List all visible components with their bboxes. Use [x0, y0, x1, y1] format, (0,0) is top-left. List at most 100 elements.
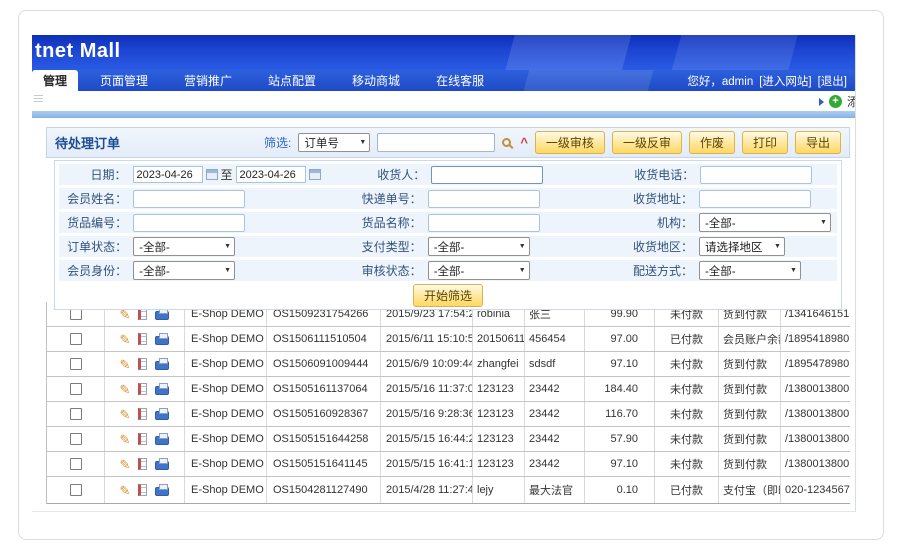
chevron-down-icon: ▼ [519, 267, 526, 274]
row-checkbox[interactable] [70, 383, 82, 395]
tab-site-config[interactable]: 站点配置 [254, 70, 330, 91]
edit-icon[interactable]: ✎ [120, 333, 131, 346]
filter-label: 筛选: [264, 134, 291, 151]
username-cell: 123123 [473, 402, 525, 426]
row-checkbox[interactable] [70, 484, 82, 496]
pay-status-cell: 未付款 [655, 402, 719, 426]
greeting-text: 您好，admin [687, 73, 753, 89]
start-filter-button[interactable]: 开始筛选 [413, 284, 483, 307]
clipped-breadcrumb-fragment [34, 95, 43, 104]
member-name-input[interactable] [133, 190, 245, 208]
audit-status-label: 审核状态： [316, 262, 422, 279]
store-cell: E-Shop DEMO [185, 377, 267, 401]
store-cell: E-Shop DEMO [185, 452, 267, 476]
address-input[interactable] [699, 190, 811, 208]
audit-status-select[interactable]: -全部- ▼ [428, 261, 530, 280]
row-checkbox[interactable] [70, 408, 82, 420]
edit-icon[interactable]: ✎ [120, 458, 131, 471]
export-button[interactable]: 导出 [795, 131, 841, 154]
table-row: ✎ E-Shop DEMO OS1504281127490 2015/4/28 … [47, 477, 850, 504]
add-button[interactable]: 添加 [819, 93, 856, 110]
edit-icon[interactable]: ✎ [120, 408, 131, 421]
phone-cell: /1895418980 [781, 327, 850, 351]
pay-method-cell: 货到付款 [719, 402, 781, 426]
pay-status-cell: 未付款 [655, 352, 719, 376]
audit-button[interactable]: 一级审核 [535, 131, 605, 154]
tab-online-service[interactable]: 在线客服 [422, 70, 498, 91]
filter-field-select[interactable]: 订单号 ▼ [298, 133, 370, 152]
pay-method-cell: 货到付款 [719, 452, 781, 476]
pay-status-cell: 未付款 [655, 427, 719, 451]
tab-order-management[interactable]: 管理 [32, 70, 78, 91]
calendar-icon[interactable] [309, 169, 321, 180]
detail-icon[interactable] [138, 484, 147, 496]
edit-icon[interactable]: ✎ [120, 433, 131, 446]
order-no-cell: OS1506111510504 [267, 327, 381, 351]
amount-cell: 184.40 [585, 377, 655, 401]
print-icon[interactable] [155, 411, 169, 420]
chevron-down-icon: ▼ [224, 267, 231, 274]
detail-icon[interactable] [138, 333, 147, 345]
detail-icon[interactable] [138, 358, 147, 370]
region-select[interactable]: 请选择地区 ▼ [699, 237, 785, 256]
edit-icon[interactable]: ✎ [120, 484, 131, 497]
print-icon[interactable] [155, 461, 169, 470]
calendar-icon[interactable] [206, 169, 218, 180]
order-status-select[interactable]: -全部- ▼ [133, 237, 235, 256]
product-name-input[interactable] [428, 214, 540, 232]
edit-icon[interactable]: ✎ [120, 383, 131, 396]
search-icon[interactable] [502, 138, 511, 147]
consignee-input[interactable] [431, 166, 543, 184]
print-icon[interactable] [155, 487, 169, 496]
member-type-select[interactable]: -全部- ▼ [133, 261, 235, 280]
detail-icon[interactable] [138, 408, 147, 420]
product-code-input[interactable] [133, 214, 245, 232]
row-checkbox[interactable] [70, 333, 82, 345]
collapse-filter-icon[interactable]: ^ [520, 138, 528, 148]
pay-method-cell: 会员账户余额 [719, 327, 781, 351]
unaudit-button[interactable]: 一级反审 [612, 131, 682, 154]
org-select[interactable]: -全部- ▼ [699, 213, 831, 232]
detail-icon[interactable] [138, 383, 147, 395]
row-checkbox[interactable] [70, 433, 82, 445]
tab-marketing[interactable]: 营销推广 [170, 70, 246, 91]
datetime-cell: 2015/5/15 16:44:25 [381, 427, 473, 451]
order-no-cell: OS1505160928367 [267, 402, 381, 426]
amount-cell: 97.00 [585, 327, 655, 351]
tab-mobile-mall[interactable]: 移动商城 [338, 70, 414, 91]
print-button[interactable]: 打印 [742, 131, 788, 154]
delivery-select[interactable]: -全部- ▼ [699, 261, 801, 280]
print-icon[interactable] [155, 386, 169, 395]
sub-toolbar: 添加 [32, 91, 855, 111]
store-cell: E-Shop DEMO [185, 327, 267, 351]
search-input[interactable] [377, 133, 495, 152]
row-checkbox[interactable] [70, 458, 82, 470]
detail-icon[interactable] [138, 433, 147, 445]
store-cell: E-Shop DEMO [185, 477, 267, 503]
pay-type-select[interactable]: -全部- ▼ [428, 237, 530, 256]
tab-page-management[interactable]: 页面管理 [86, 70, 162, 91]
row-checkbox[interactable] [70, 358, 82, 370]
enter-site-link[interactable]: [进入网站] [759, 73, 811, 89]
edit-icon[interactable]: ✎ [120, 358, 131, 371]
print-icon[interactable] [155, 311, 169, 320]
phone-cell: /1380013800 [781, 427, 850, 451]
date-separator: 至 [221, 166, 233, 183]
date-from-input[interactable]: 2023-04-26 [133, 166, 203, 183]
void-button[interactable]: 作废 [689, 131, 735, 154]
logout-link[interactable]: [退出] [818, 73, 847, 89]
chevron-down-icon: ▼ [774, 243, 781, 250]
phone-cell: /1380013800 [781, 377, 850, 401]
date-to-input[interactable]: 2023-04-26 [236, 166, 306, 183]
print-icon[interactable] [155, 336, 169, 345]
chevron-down-icon: ▼ [359, 139, 366, 146]
tracking-input[interactable] [428, 190, 540, 208]
consignee-cell: 23442 [525, 452, 585, 476]
print-icon[interactable] [155, 436, 169, 445]
detail-icon[interactable] [138, 458, 147, 470]
print-icon[interactable] [155, 361, 169, 370]
store-cell: E-Shop DEMO [185, 402, 267, 426]
store-cell: E-Shop DEMO [185, 352, 267, 376]
table-row: ✎ E-Shop DEMO OS1506091009444 2015/6/9 1… [47, 352, 850, 377]
phone-input[interactable] [700, 166, 812, 184]
